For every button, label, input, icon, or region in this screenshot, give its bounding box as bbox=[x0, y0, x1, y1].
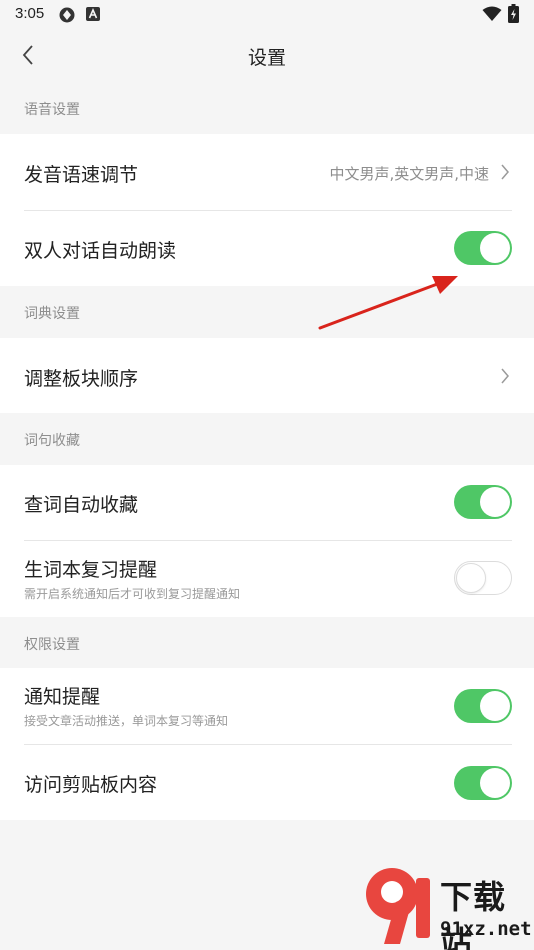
clipboard-access-toggle[interactable] bbox=[454, 766, 512, 800]
status-time: 3:05 bbox=[15, 5, 45, 22]
app-header: 设置 bbox=[0, 28, 534, 82]
pronunciation-speed-row[interactable]: 发音语速调节 中文男声,英文男声,中速 bbox=[0, 134, 534, 210]
chevron-right-icon bbox=[501, 368, 509, 384]
review-reminder-row: 生词本复习提醒 需开启系统通知后才可收到复习提醒通知 bbox=[0, 541, 534, 617]
notification-toggle[interactable] bbox=[454, 689, 512, 723]
dialog-autoread-row: 双人对话自动朗读 bbox=[0, 211, 534, 286]
voice-settings-card: 发音语速调节 中文男声,英文男声,中速 双人对话自动朗读 bbox=[0, 134, 534, 286]
clipboard-access-title: 访问剪贴板内容 bbox=[24, 774, 158, 796]
app-a-icon bbox=[86, 7, 100, 21]
sync-icon bbox=[59, 7, 75, 23]
review-reminder-subtitle: 需开启系统通知后才可收到复习提醒通知 bbox=[24, 587, 241, 601]
dictionary-settings-card: 调整板块顺序 bbox=[0, 338, 534, 413]
site-logo-icon bbox=[366, 868, 430, 944]
section-label-voice: 语音设置 bbox=[24, 102, 80, 118]
toggle-knob bbox=[480, 691, 510, 721]
auto-collect-toggle[interactable] bbox=[454, 485, 512, 519]
notification-title: 通知提醒 bbox=[24, 686, 101, 708]
notification-row: 通知提醒 接受文章活动推送，单词本复习等通知 bbox=[0, 668, 534, 744]
auto-collect-row: 查词自动收藏 bbox=[0, 465, 534, 540]
review-reminder-toggle[interactable] bbox=[454, 561, 512, 595]
reorder-blocks-title: 调整板块顺序 bbox=[24, 368, 139, 390]
dialog-autoread-toggle[interactable] bbox=[454, 231, 512, 265]
toggle-knob bbox=[480, 768, 510, 798]
section-label-collection: 词句收藏 bbox=[24, 433, 80, 449]
review-reminder-title: 生词本复习提醒 bbox=[24, 559, 158, 581]
chevron-right-icon bbox=[501, 164, 509, 180]
auto-collect-title: 查词自动收藏 bbox=[24, 494, 139, 516]
watermark-url: 91xz.net bbox=[440, 918, 532, 940]
battery-charging-icon bbox=[508, 4, 519, 23]
status-bar: 3:05 bbox=[0, 0, 534, 28]
notification-subtitle: 接受文章活动推送，单词本复习等通知 bbox=[24, 714, 229, 728]
section-label-dictionary: 词典设置 bbox=[24, 306, 80, 322]
toggle-knob bbox=[480, 487, 510, 517]
toggle-knob bbox=[456, 563, 486, 593]
permission-settings-card: 通知提醒 接受文章活动推送，单词本复习等通知 访问剪贴板内容 bbox=[0, 668, 534, 820]
pronunciation-speed-value: 中文男声,英文男声,中速 bbox=[329, 165, 489, 183]
reorder-blocks-row[interactable]: 调整板块顺序 bbox=[0, 338, 534, 413]
pronunciation-speed-title: 发音语速调节 bbox=[24, 164, 139, 186]
section-label-permission: 权限设置 bbox=[24, 637, 80, 653]
collection-settings-card: 查词自动收藏 生词本复习提醒 需开启系统通知后才可收到复习提醒通知 bbox=[0, 465, 534, 617]
clipboard-access-row: 访问剪贴板内容 bbox=[0, 745, 534, 820]
toggle-knob bbox=[480, 233, 510, 263]
dialog-autoread-title: 双人对话自动朗读 bbox=[24, 240, 177, 262]
watermark: 下载站 91xz.net bbox=[360, 860, 534, 950]
page-title: 设置 bbox=[247, 47, 286, 69]
wifi-icon bbox=[482, 6, 502, 21]
